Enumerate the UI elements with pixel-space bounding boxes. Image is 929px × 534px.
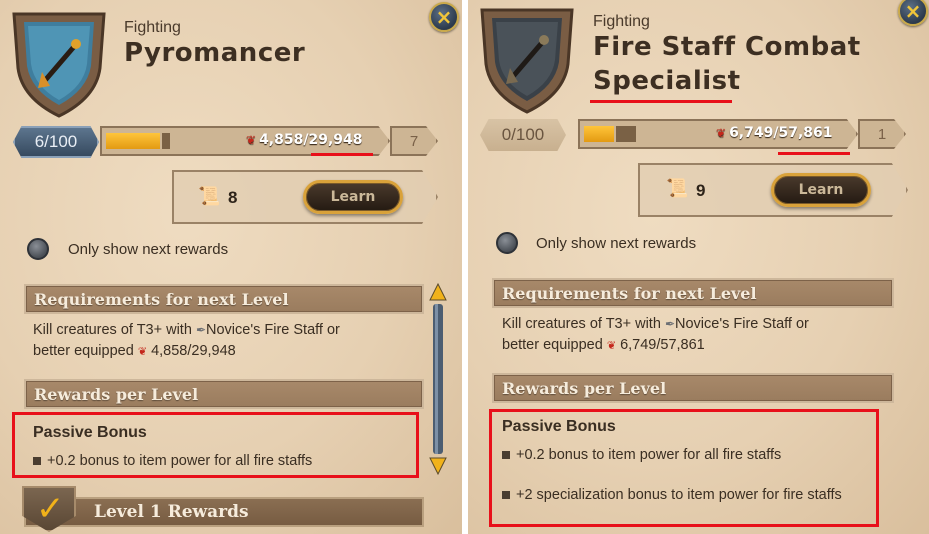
tome-icon: 📜 — [198, 186, 221, 207]
requirements-header: Requirements for next Level — [24, 284, 424, 314]
level-text: 6/100 — [34, 132, 78, 151]
skill-title-line2: Specialist — [593, 66, 741, 96]
level-badge: 0/100 — [480, 119, 566, 151]
close-button[interactable]: × — [898, 0, 928, 26]
next-level-indicator: 1 — [858, 119, 906, 149]
fame-progress-bar: ❦ 4,858/29,948 — [100, 126, 390, 156]
fame-icon: ❦ — [137, 346, 148, 358]
close-icon: × — [904, 0, 922, 23]
only-next-label: Only show next rewards — [68, 241, 229, 258]
only-next-label: Only show next rewards — [536, 235, 697, 252]
fire-staff-emblem-icon — [480, 8, 574, 114]
fire-staff-emblem-icon — [12, 12, 106, 118]
right-spec-panel: Fighting Fire Staff Combat Specialist × … — [468, 0, 929, 534]
close-button[interactable]: × — [429, 2, 459, 32]
learn-label: Learn — [330, 189, 376, 205]
rewards-header: Rewards per Level — [24, 379, 424, 409]
fame-current: 4,858 — [259, 132, 304, 148]
highlight-underline — [590, 100, 732, 103]
skill-category: Fighting — [593, 13, 650, 30]
left-spec-panel: Fighting Pyromancer × 6/100 ❦ 4,858/29,94… — [0, 0, 462, 534]
rewards-header: Rewards per Level — [492, 373, 894, 403]
close-icon: × — [435, 5, 453, 29]
next-level-text: 7 — [409, 132, 419, 150]
skill-title-line1: Fire Staff Combat — [593, 32, 861, 62]
scrollbar[interactable] — [428, 282, 448, 478]
highlight-underline — [311, 153, 373, 156]
skill-title: Pyromancer — [124, 38, 306, 68]
level-text: 0/100 — [501, 125, 545, 144]
fire-staff-icon: ✒ — [195, 323, 206, 337]
fire-staff-icon: ✒ — [664, 317, 675, 331]
fame-progress-bar: ❦ 6,749/57,861 — [578, 119, 858, 149]
highlight-underline — [778, 152, 850, 155]
only-next-toggle[interactable] — [27, 238, 49, 260]
skill-category: Fighting — [124, 19, 181, 36]
learn-button[interactable]: Learn — [771, 173, 871, 207]
fame-total: 29,948 — [308, 132, 363, 148]
bonus-item: +0.2 bonus to item power for all fire st… — [33, 451, 413, 471]
fame-readout: ❦ 6,749/57,861 — [716, 125, 833, 141]
next-level-text: 1 — [877, 125, 887, 143]
checkmark-icon: ✓ — [36, 489, 65, 529]
level-rewards-bar[interactable]: Level 1 Rewards — [24, 497, 424, 527]
fame-total: 57,861 — [778, 125, 833, 141]
requirements-text: Kill creatures of T3+ with ✒Novice's Fir… — [502, 316, 809, 353]
only-next-toggle[interactable] — [496, 232, 518, 254]
fame-icon: ❦ — [606, 340, 617, 352]
requirements-header: Requirements for next Level — [492, 278, 894, 308]
level-badge: 6/100 — [13, 126, 99, 158]
learn-button[interactable]: Learn — [303, 180, 403, 214]
bonus-item: +0.2 bonus to item power for all fire st… — [502, 445, 872, 465]
book-count: 8 — [228, 188, 238, 207]
passive-bonus-title: Passive Bonus — [502, 418, 616, 435]
requirements-text: Kill creatures of T3+ with ✒Novice's Fir… — [33, 322, 340, 359]
fame-current: 6,749 — [729, 125, 774, 141]
fame-icon: ❦ — [716, 126, 727, 140]
fame-icon: ❦ — [246, 133, 257, 147]
book-count: 9 — [696, 181, 706, 200]
tome-icon: 📜 — [666, 178, 689, 199]
passive-bonus-title: Passive Bonus — [33, 424, 147, 441]
bonus-item: +2 specialization bonus to item power fo… — [502, 485, 872, 505]
learn-label: Learn — [798, 182, 844, 198]
progress-fill — [584, 126, 614, 142]
next-level-indicator: 7 — [390, 126, 438, 156]
progress-fill — [106, 133, 160, 149]
fame-readout: ❦ 4,858/29,948 — [246, 132, 363, 148]
